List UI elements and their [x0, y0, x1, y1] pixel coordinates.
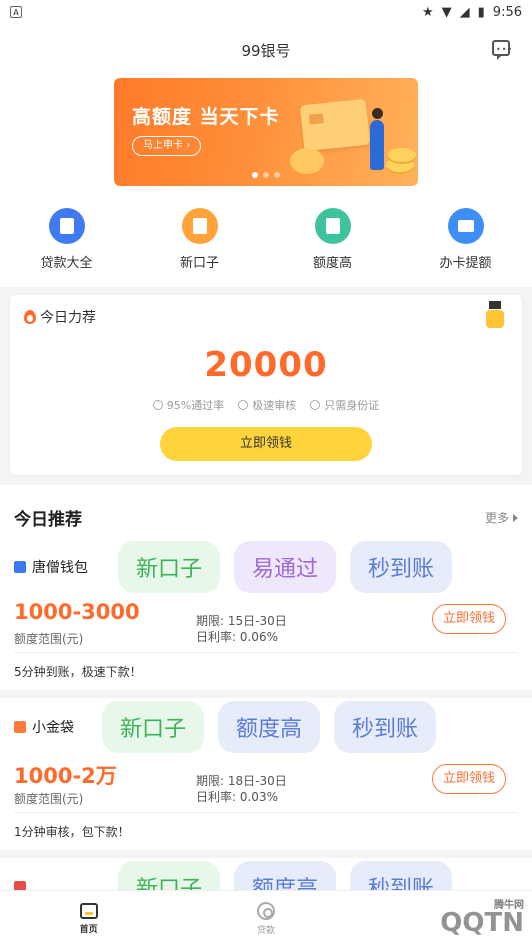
loan-item[interactable]: 唐僧钱包 新口子 易通过 秒到账 1000-3000 额度范围(元) 期限: 1… [0, 538, 532, 690]
watermark-text: QQTN [440, 908, 524, 938]
card-icon [447, 208, 484, 244]
category-label: 贷款大全 [40, 256, 93, 271]
medal-icon [486, 301, 504, 331]
piggy-bank-illustration [290, 148, 324, 174]
featured-title: 今日力荐 [40, 310, 96, 326]
app-screen: A ★ ▼ ◢ ▮ 9:56 99银号 ••• 高额度 当天下卡 马上申卡 › [0, 0, 532, 946]
loan-term: 期限: 18日-30日 [196, 774, 287, 788]
featured-features: 95%通过率 极速审核 只需身份证 [10, 397, 522, 413]
loan-term: 期限: 15日-30日 [196, 614, 287, 628]
message-icon[interactable]: ••• [492, 40, 512, 60]
watermark-logo: 腾牛网 QQTN [440, 900, 524, 938]
pagination-dot[interactable] [274, 172, 280, 178]
person-illustration [370, 108, 384, 170]
tab-loans[interactable]: 贷款 [177, 891, 354, 946]
category-card[interactable]: 办卡提额 [416, 208, 516, 271]
feature-item: 极速审核 [238, 397, 296, 413]
check-icon [152, 400, 163, 410]
loan-range-label: 额度范围(元) [14, 632, 84, 646]
featured-amount: 20000 [204, 345, 328, 385]
more-link[interactable]: 更多 [485, 509, 518, 526]
wallet-icon [181, 208, 218, 244]
tab-label: 贷款 [256, 925, 275, 936]
wifi-icon: ▼ [441, 4, 452, 20]
loan-item[interactable]: 小金袋 新口子 额度高 秒到账 1000-2万 额度范围(元) 期限: 18日-… [0, 698, 532, 850]
home-icon [79, 902, 98, 919]
chevron-right-icon [513, 513, 518, 522]
banner-apply-button[interactable]: 马上申卡 › [132, 136, 202, 156]
bottom-nav: 首页 贷款 腾牛网 QQTN [0, 890, 532, 946]
loan-tag: 额度高 [218, 701, 321, 753]
check-icon [310, 400, 321, 410]
coin-illustration [388, 148, 416, 162]
recommend-section: 今日推荐 更多 唐僧钱包 新口子 易通过 秒到账 1000-3000 额度范围(… [0, 485, 532, 916]
upload-icon [314, 208, 351, 244]
tab-label: 首页 [79, 924, 98, 935]
loan-apply-button[interactable]: 立即领钱 [431, 764, 506, 794]
fire-icon [24, 310, 36, 324]
category-menu: 贷款大全 新口子 额度高 办卡提额 [0, 198, 532, 287]
loan-note: 5分钟到账，极速下款！ [14, 652, 518, 690]
category-high-limit[interactable]: 额度高 [283, 208, 383, 271]
category-label: 新口子 [179, 256, 219, 271]
loan-range-label: 额度范围(元) [14, 792, 84, 806]
banner-title: 高额度 当天下卡 [132, 106, 280, 128]
battery-icon: ▮ [477, 4, 485, 20]
app-notification-icon: A [10, 6, 22, 18]
category-new[interactable]: 新口子 [150, 208, 250, 271]
loan-brand: 唐僧钱包 [14, 557, 118, 577]
feature-item: 95%通过率 [152, 397, 224, 413]
category-loans[interactable]: 贷款大全 [17, 208, 117, 271]
loan-name: 唐僧钱包 [32, 560, 88, 576]
divider [0, 850, 532, 858]
loan-rate: 日利率: 0.06% [196, 630, 278, 644]
loan-tag: 新口子 [102, 701, 205, 753]
loan-range: 1000-2万 [14, 764, 117, 788]
loan-range: 1000-3000 [14, 600, 140, 624]
loan-tags: 新口子 额度高 秒到账 [102, 701, 437, 753]
status-bar: A ★ ▼ ◢ ▮ 9:56 [0, 0, 532, 24]
loan-apply-button[interactable]: 立即领钱 [431, 604, 506, 634]
recommend-header: 今日推荐 更多 [0, 485, 532, 538]
loan-tag: 新口子 [118, 541, 221, 593]
divider [0, 690, 532, 698]
recommend-title: 今日推荐 [14, 510, 82, 530]
check-icon [238, 400, 249, 410]
tab-home[interactable]: 首页 [0, 891, 177, 946]
app-header: 99银号 ••• [0, 24, 532, 76]
loan-tags: 新口子 易通过 秒到账 [118, 541, 453, 593]
featured-card: 今日力荐 20000 95%通过率 极速审核 只需身份证 立即领钱 [10, 295, 522, 475]
pagination-dot[interactable] [263, 172, 269, 178]
promo-banner[interactable]: 高额度 当天下卡 马上申卡 › [114, 78, 418, 186]
loan-name: 小金袋 [32, 720, 74, 736]
star-icon: ★ [421, 4, 434, 20]
featured-apply-button[interactable]: 立即领钱 [160, 427, 372, 461]
watermark-sub: 腾牛网 [494, 900, 524, 911]
category-label: 办卡提额 [439, 256, 492, 271]
loan-tag: 易通过 [234, 541, 337, 593]
featured-heading: 今日力荐 [24, 307, 96, 327]
page-title: 99银号 [241, 41, 291, 60]
brand-logo-icon [14, 561, 26, 573]
loan-tag: 秒到账 [350, 541, 453, 593]
status-time: 9:56 [492, 4, 522, 20]
document-icon [48, 208, 85, 244]
banner-pagination [252, 172, 280, 178]
banner-section: 高额度 当天下卡 马上申卡 › [0, 76, 532, 198]
feature-item: 只需身份证 [310, 397, 379, 413]
signal-icon: ◢ [459, 4, 470, 20]
loan-icon [256, 901, 275, 920]
loan-note: 1分钟审核，包下款！ [14, 812, 518, 850]
loan-rate: 日利率: 0.03% [196, 790, 278, 804]
brand-logo-icon [14, 721, 26, 733]
credit-card-illustration [299, 98, 371, 152]
loan-tag: 秒到账 [334, 701, 437, 753]
loan-brand: 小金袋 [14, 717, 102, 737]
pagination-dot[interactable] [252, 172, 258, 178]
category-label: 额度高 [312, 256, 352, 271]
